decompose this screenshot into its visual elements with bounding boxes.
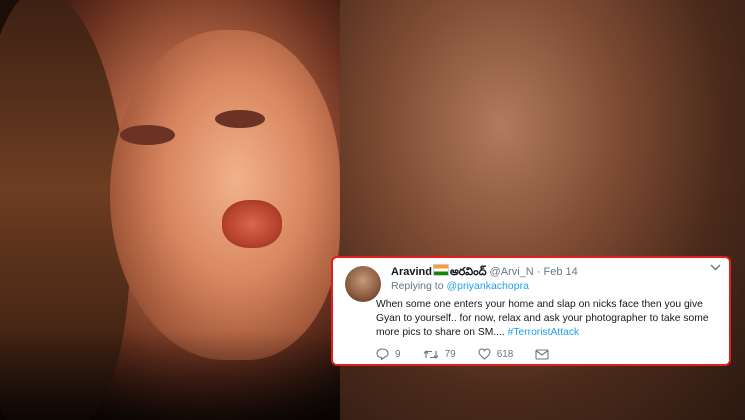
user-handle[interactable]: @Arvi_N [490, 266, 534, 278]
replying-prefix: Replying to [391, 280, 444, 292]
like-button[interactable]: 618 [478, 348, 514, 360]
reply-button[interactable]: 9 [376, 348, 401, 360]
tweet-actions: 9 79 618 [376, 348, 577, 360]
avatar[interactable] [345, 266, 381, 302]
replying-to: Replying to @priyankachopra [391, 280, 529, 292]
flag-india-icon [432, 264, 449, 276]
tweet-date[interactable]: Feb 14 [544, 266, 578, 278]
hashtag-link[interactable]: #TerroristAttack [508, 327, 580, 338]
like-count: 618 [496, 348, 514, 360]
tweet-text: When some one enters your home and slap … [376, 298, 726, 340]
message-icon [535, 348, 549, 360]
replying-mention[interactable]: @priyankachopra [446, 280, 528, 292]
tweet-card[interactable]: Aravind అరవింద్ @Arvi_N · Feb 14 Replying… [331, 256, 731, 366]
separator: · [536, 266, 541, 278]
retweet-button[interactable]: 79 [423, 349, 456, 360]
like-icon [478, 348, 491, 360]
message-button[interactable] [535, 348, 555, 360]
tweet-header: Aravind అరవింద్ @Arvi_N · Feb 14 [391, 264, 578, 281]
celebrity-photo [0, 0, 340, 420]
reply-count: 9 [395, 348, 401, 360]
chevron-down-icon[interactable] [710, 262, 721, 274]
retweet-count: 79 [444, 348, 456, 360]
display-name-telugu[interactable]: అరవింద్ [450, 266, 487, 278]
retweet-icon [423, 349, 438, 359]
display-name[interactable]: Aravind [391, 266, 432, 278]
reply-icon [376, 348, 389, 360]
